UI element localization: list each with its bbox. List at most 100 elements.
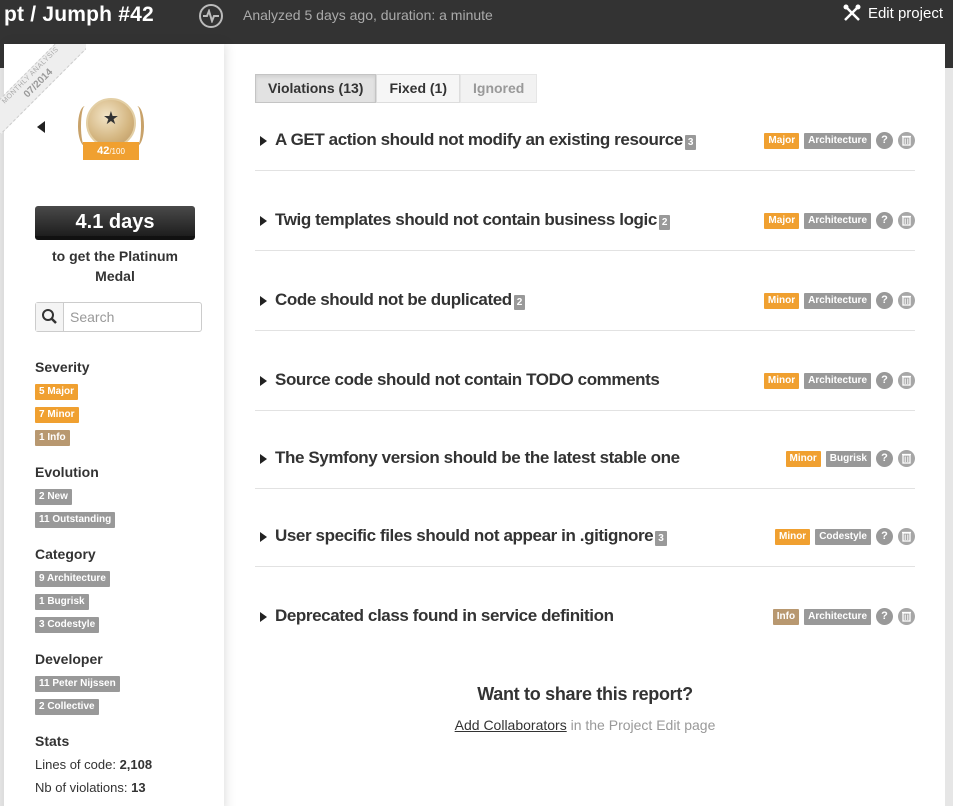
add-collaborators-link[interactable]: Add Collaborators [455,717,567,733]
expand-icon[interactable] [260,532,267,542]
filter-developer-peter[interactable]: 11 Peter Nijssen [35,676,120,692]
severity-badge: Info [772,608,800,625]
help-icon[interactable]: ? [876,132,893,149]
trash-icon[interactable] [898,132,915,149]
trash-icon[interactable] [898,212,915,229]
expand-icon[interactable] [260,612,267,622]
expand-icon[interactable] [260,376,267,386]
category-badge: Architecture [804,292,871,309]
medal-icon: ★ 42/100 [78,96,144,168]
violation-count: 2 [658,215,671,230]
violation-row[interactable]: Twig templates should not contain busine… [255,193,915,251]
row-divider [255,488,915,489]
violation-title[interactable]: Code should not be duplicated 2 [275,290,526,310]
violation-title[interactable]: The Symfony version should be the latest… [275,448,680,468]
search-icon [42,309,57,324]
edit-project-label: Edit project [867,4,943,22]
filter-category-bugrisk[interactable]: 1 Bugrisk [35,594,89,610]
violation-count: 3 [684,135,697,150]
filter-category-architecture[interactable]: 9 Architecture [35,571,110,587]
share-suffix: in the Project Edit page [566,717,716,733]
violation-actions: Major Architecture? [764,132,915,149]
filter-developer-collective[interactable]: 2 Collective [35,699,99,715]
analysis-status: Analyzed 5 days ago, duration: a minute [243,7,493,23]
expand-icon[interactable] [260,216,267,226]
share-text: Add Collaborators in the Project Edit pa… [255,717,915,733]
tab-violations[interactable]: Violations (13) [255,74,377,103]
violation-actions: Minor Bugrisk? [785,450,915,467]
filter-severity-major[interactable]: 5 Major [35,384,79,400]
severity-badge: Major [764,132,800,149]
violation-row[interactable]: Source code should not contain TODO comm… [255,353,915,411]
project-title[interactable]: pt / Jumph #42 [4,3,154,27]
filter-evolution-outstanding[interactable]: 11 Outstanding [35,512,116,528]
violation-count: 3 [655,531,667,546]
row-divider [255,410,915,411]
help-icon[interactable]: ? [876,372,893,389]
severity-title: Severity [35,359,90,375]
filter-severity-info[interactable]: 1 Info [35,430,70,446]
pulse-icon[interactable] [199,4,223,28]
expand-icon[interactable] [260,136,267,146]
tab-fixed[interactable]: Fixed (1) [376,74,461,103]
expand-icon[interactable] [260,296,267,306]
violation-title[interactable]: Source code should not contain TODO comm… [275,370,660,390]
category-title: Category [35,546,96,562]
help-icon[interactable]: ? [876,212,893,229]
edit-project-button[interactable]: Edit project [843,4,943,22]
row-divider [255,330,915,331]
category-badge: Architecture [804,132,871,149]
trash-icon[interactable] [898,292,915,309]
row-divider [255,250,915,251]
stats-lines-of-code: Lines of code: 2,108 [35,757,153,772]
violation-actions: Major Architecture? [764,212,915,229]
stats-title: Stats [35,733,70,749]
category-badge: Codestyle [815,528,871,545]
days-caption: to get the Platinum Medal [52,248,178,284]
filter-severity-minor[interactable]: 7 Minor [35,407,79,423]
severity-badge: Minor [763,292,800,309]
row-divider [255,170,915,171]
row-divider [255,566,915,567]
help-icon[interactable]: ? [876,292,893,309]
medal-score: 42/100 [83,142,139,160]
star-icon: ★ [102,108,120,128]
help-icon[interactable]: ? [876,608,893,625]
filter-category-codestyle[interactable]: 3 Codestyle [35,617,100,633]
violation-count: 2 [513,295,526,310]
wrench-icon [843,4,861,21]
violation-title[interactable]: User specific files should not appear in… [275,526,667,546]
violation-title[interactable]: A GET action should not modify an existi… [275,130,697,150]
severity-badge: Minor [774,528,811,545]
violation-actions: Minor Architecture? [763,292,915,309]
days-to-medal: 4.1 days [35,206,195,240]
trash-icon[interactable] [898,608,915,625]
search-button[interactable] [36,303,64,331]
violation-actions: Minor Architecture? [763,372,915,389]
trash-icon[interactable] [898,450,915,467]
severity-badge: Major [764,212,800,229]
violation-row[interactable]: Code should not be duplicated 2 Minor Archi… [255,273,915,331]
violation-row[interactable]: User specific files should not appear in… [255,509,915,567]
stats-violations: Nb of violations: 13 [35,780,146,795]
tab-bar: Violations (13) Fixed (1) Ignored [255,74,538,103]
filter-evolution-new[interactable]: 2 New [35,489,72,505]
violation-row[interactable]: A GET action should not modify an existi… [255,113,915,171]
severity-badge: Minor [763,372,800,389]
violation-title[interactable]: Deprecated class found in service defini… [275,606,614,626]
search-box [35,302,202,332]
help-icon[interactable]: ? [876,450,893,467]
help-icon[interactable]: ? [876,528,893,545]
search-input[interactable] [64,303,200,331]
expand-icon[interactable] [260,454,267,464]
violation-row[interactable]: The Symfony version should be the latest… [255,431,915,489]
trash-icon[interactable] [898,372,915,389]
developer-title: Developer [35,651,103,667]
violation-actions: Info Architecture? [772,608,915,625]
trash-icon[interactable] [898,528,915,545]
violation-title[interactable]: Twig templates should not contain busine… [275,210,671,230]
tab-ignored[interactable]: Ignored [460,74,538,103]
back-arrow-icon[interactable] [37,121,45,133]
category-badge: Architecture [804,372,871,389]
violation-row[interactable]: Deprecated class found in service defini… [255,589,915,647]
